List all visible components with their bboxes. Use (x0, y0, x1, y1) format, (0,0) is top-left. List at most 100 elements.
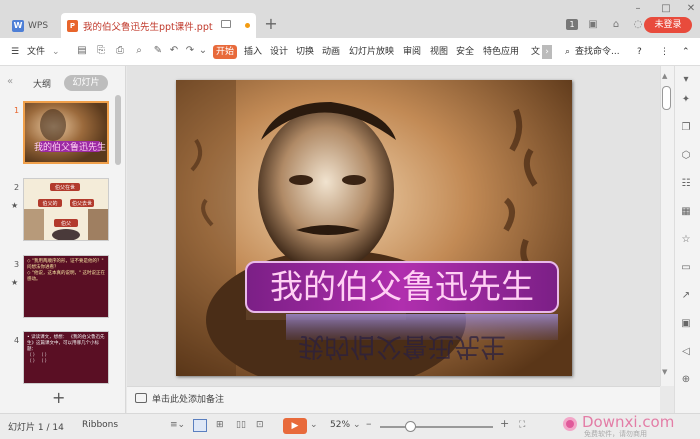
shapes-icon[interactable]: ⬡ (679, 149, 693, 163)
thumbnail-1-image: 我的伯父鲁迅先生 (25, 103, 107, 162)
slide-thumbnail-4[interactable]: • 读读课文，想想： 《我的伯父鲁迅先生》这篇课文中，可以用哪几个小标题： （ … (23, 331, 109, 384)
maximize-icon[interactable]: □ (659, 2, 673, 16)
format-painter-icon[interactable]: ✎ (152, 45, 164, 57)
tab-outline[interactable]: 大纲 (33, 77, 51, 90)
more-icon[interactable]: ⋮ (660, 45, 669, 59)
thumbnail-2-label-3: 伯父去世 (72, 200, 92, 207)
tab-slideshow[interactable]: 幻灯片放映 (349, 45, 394, 59)
file-chevron-icon[interactable]: ⌄ (52, 45, 60, 59)
normal-view-icon[interactable] (193, 419, 207, 432)
help-center-icon[interactable]: ⊕ (679, 373, 693, 387)
window-count-icon[interactable]: 1 (566, 19, 578, 30)
collapse-ribbon-icon[interactable]: ⌃ (682, 45, 690, 59)
message-icon[interactable]: ◌ (632, 19, 644, 31)
store-icon[interactable]: ⌂ (610, 19, 622, 31)
command-search[interactable]: 查找命令... (575, 45, 620, 59)
quick-access-chevron-icon[interactable]: ⌄ (197, 45, 209, 57)
thumbnail-3-text: ◇ "我用两顺序的形，证不要是他的？" 问想法你进看？ ◇ "他说，这本真的说明… (27, 259, 105, 282)
tab-design[interactable]: 设计 (270, 45, 288, 59)
zoom-level[interactable]: 52% (330, 420, 350, 430)
presenter-view-icon[interactable]: ⊡ (256, 420, 264, 430)
slide-thumbnail-2[interactable]: 伯父在世 伯父的 伯父去世 伯父 (23, 178, 109, 241)
reading-view-icon[interactable]: ▯▯ (236, 420, 246, 430)
audio-icon[interactable]: ◁ (679, 345, 693, 359)
zoom-slider-knob[interactable] (405, 421, 416, 432)
new-tab-plus-icon[interactable]: + (262, 14, 280, 33)
image-icon[interactable]: ▣ (679, 317, 693, 331)
play-options-chevron-icon[interactable]: ⌄ (310, 420, 318, 430)
thumbnail-1-title: 我的伯父鲁迅先生 (34, 141, 106, 153)
magic-icon[interactable]: ✦ (679, 93, 693, 107)
undo-icon[interactable]: ↶ (168, 45, 180, 57)
tab-security[interactable]: 安全 (456, 45, 474, 59)
slide-number: 4 (14, 336, 20, 345)
vertical-scroll-thumb[interactable] (662, 86, 671, 110)
slide-panel-scrollbar[interactable] (115, 95, 121, 165)
notes-toggle-icon[interactable]: ≡⌄ (170, 420, 185, 430)
wps-logo-icon: W (12, 19, 24, 32)
scroll-up-icon[interactable]: ▲ (662, 72, 667, 80)
print-icon[interactable]: ⎙ (114, 45, 126, 57)
zoom-out-icon[interactable]: – (366, 417, 372, 430)
slide-thumbnail-3[interactable]: ◇ "我用两顺序的形，证不要是他的？" 问想法你进看？ ◇ "他说，这本真的说明… (23, 255, 109, 318)
window-restore-icon[interactable] (221, 20, 231, 28)
scroll-down-icon[interactable]: ▼ (662, 368, 667, 376)
tab-view[interactable]: 视图 (430, 45, 448, 59)
share-icon[interactable]: ↗ (679, 289, 693, 303)
thumbnail-2-label-4: 伯父 (61, 220, 71, 227)
tab-animation[interactable]: 动画 (322, 45, 340, 59)
template-icon[interactable]: ▭ (679, 261, 693, 275)
slide-title: 我的伯父鲁迅先生 (270, 267, 534, 306)
slide-sorter-icon[interactable]: ⊞ (216, 420, 224, 430)
current-slide[interactable]: 我的伯父鲁迅先生 我的伯父鲁迅先生 (176, 80, 572, 376)
close-icon[interactable]: ✕ (684, 2, 698, 16)
theme-name[interactable]: Ribbons (82, 420, 118, 430)
tab-review[interactable]: 审阅 (403, 45, 421, 59)
file-menu[interactable]: 文件 (27, 45, 45, 59)
menu-scroll-right-icon[interactable]: › (542, 45, 552, 59)
copy-style-icon[interactable]: ❐ (679, 121, 693, 135)
skin-icon[interactable]: ▣ (587, 19, 599, 31)
ppt-file-icon: P (67, 19, 78, 32)
login-button[interactable]: 未登录 (644, 17, 692, 33)
tab-text[interactable]: 文 (531, 45, 540, 59)
play-slideshow-button[interactable]: ▶ (283, 418, 307, 434)
export-pdf-icon[interactable]: ⎘ (95, 45, 107, 57)
tab-special[interactable]: 特色应用 (483, 45, 519, 59)
slide-number: 3 (14, 260, 20, 269)
picture-icon[interactable]: ▦ (679, 205, 693, 219)
zoom-options-chevron-icon[interactable]: ⌄ (353, 420, 361, 430)
wps-home-tab[interactable]: W WPS (4, 13, 56, 38)
zoom-slider-track[interactable] (380, 426, 493, 428)
unsaved-dot-icon (245, 23, 250, 28)
minimize-icon[interactable]: – (631, 2, 645, 16)
thumbnail-2-label-2: 伯父的 (42, 200, 57, 207)
zoom-in-icon[interactable]: + (500, 417, 509, 430)
slide-number: 1 (14, 106, 20, 115)
slide-number: 2 (14, 183, 20, 192)
redo-icon[interactable]: ↷ (184, 45, 196, 57)
tab-insert[interactable]: 插入 (244, 45, 262, 59)
collapse-panel-icon[interactable]: « (7, 76, 13, 87)
star-icon[interactable]: ☆ (679, 233, 693, 247)
search-icon[interactable]: ⌕ (565, 45, 570, 59)
watermark-subtext: 免费软件，请勿商用 (584, 429, 647, 438)
tab-slides[interactable]: 幻灯片 (64, 75, 108, 91)
tab-transition[interactable]: 切换 (296, 45, 314, 59)
adjust-icon[interactable]: ☷ (679, 177, 693, 191)
notes-placeholder[interactable]: 单击此处添加备注 (152, 392, 224, 405)
hamburger-icon[interactable]: ☰ (11, 45, 19, 59)
help-icon[interactable]: ? (637, 45, 642, 59)
print-preview-icon[interactable]: ⌕ (133, 45, 145, 57)
vertical-scrollbar[interactable] (660, 66, 674, 386)
document-tab[interactable]: P 我的伯父鲁迅先生ppt课件.ppt (61, 13, 256, 38)
save-icon[interactable]: ▤ (76, 45, 88, 57)
sidebar-collapse-icon[interactable]: ▾ (679, 73, 693, 87)
add-slide-plus-icon[interactable]: + (52, 388, 65, 407)
slide-background-portrait: 我的伯父鲁迅先生 我的伯父鲁迅先生 (176, 80, 572, 376)
fit-window-icon[interactable]: ⛶ (519, 420, 525, 430)
tab-start[interactable]: 开始 (213, 45, 238, 59)
slide-thumbnail-1[interactable]: 我的伯父鲁迅先生 (23, 101, 109, 164)
watermark: Downxi.com 免费软件，请勿商用 (560, 409, 700, 439)
slide-counter: 幻灯片 1 / 14 (8, 423, 64, 433)
